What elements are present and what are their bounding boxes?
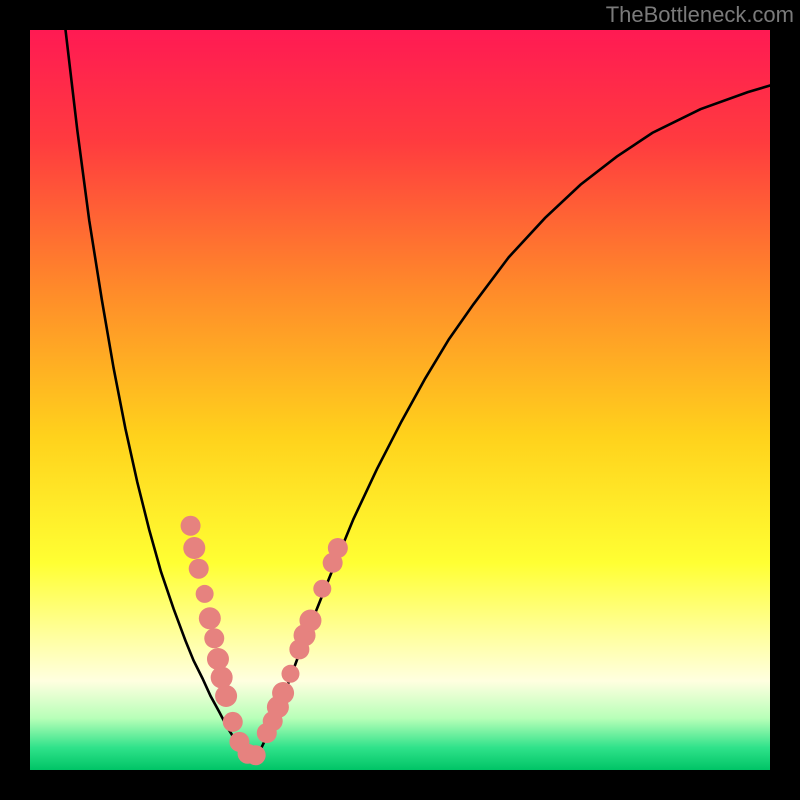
data-marker — [196, 585, 214, 603]
data-marker — [211, 667, 233, 689]
chart-svg — [30, 30, 770, 770]
chart-frame: TheBottleneck.com — [0, 0, 800, 800]
data-marker — [199, 607, 221, 629]
watermark-text: TheBottleneck.com — [606, 2, 794, 28]
data-marker — [215, 685, 237, 707]
data-marker — [189, 559, 209, 579]
plot-area — [30, 30, 770, 770]
data-marker — [281, 665, 299, 683]
data-marker — [183, 537, 205, 559]
data-marker — [181, 516, 201, 536]
data-marker — [246, 745, 266, 765]
data-marker — [313, 580, 331, 598]
data-marker — [272, 682, 294, 704]
data-marker — [299, 610, 321, 632]
data-marker — [204, 628, 224, 648]
gradient-background — [30, 30, 770, 770]
data-marker — [223, 712, 243, 732]
data-marker — [328, 538, 348, 558]
data-marker — [207, 648, 229, 670]
